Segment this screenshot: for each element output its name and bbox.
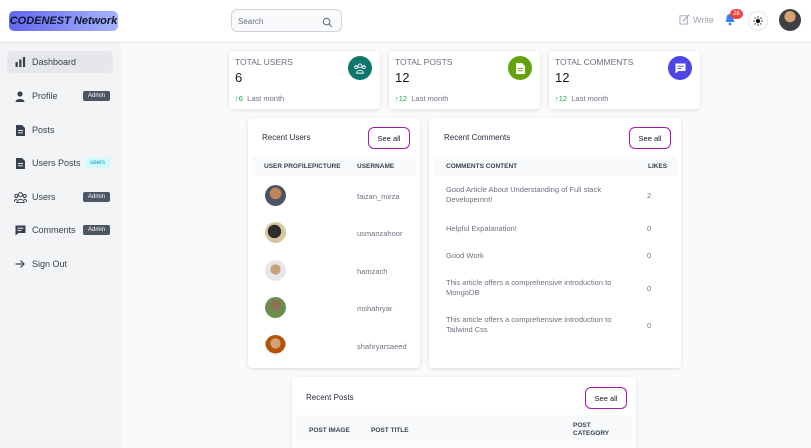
document-icon <box>508 56 532 80</box>
notification-count-badge: 28 <box>730 9 743 19</box>
arrow-right-icon <box>13 259 27 269</box>
column-header: Post Title <box>371 427 409 434</box>
sidebar-item-sign-out[interactable]: Sign Out <box>7 253 113 275</box>
stat-period: Last month <box>571 94 609 103</box>
users-icon <box>348 56 372 80</box>
stat-change: 12 <box>558 94 568 103</box>
role-badge: Admin <box>82 91 110 101</box>
stat-footer: ↑12 Last month <box>555 94 608 103</box>
pencil-icon <box>679 14 690 25</box>
avatar <box>265 335 286 356</box>
stat-change: 6 <box>238 94 243 103</box>
sidebar: Dashboard Profile Admin Posts Users Post… <box>0 43 121 448</box>
sidebar-item-label: Sign Out <box>32 259 68 269</box>
comment-content-cell: Good Work <box>446 251 484 260</box>
sidebar-item-comments[interactable]: Comments Admin <box>7 219 113 241</box>
theme-toggle-button[interactable] <box>748 11 768 31</box>
top-navbar: CODENEST Network Write 28 <box>0 0 811 43</box>
comment-content-cell: Helpful Expalanation! <box>446 224 517 233</box>
sun-icon <box>753 16 763 26</box>
comment-content-cell: This article offers a comprehensive intr… <box>446 315 612 334</box>
avatar <box>265 222 286 243</box>
sidebar-item-label: Comments <box>32 225 76 235</box>
recent-users-panel: Recent Users See all User ProfilePicture… <box>248 118 420 368</box>
user-avatar[interactable] <box>779 9 801 31</box>
comment-icon <box>13 225 27 236</box>
table-header: Post Image Post Title Post Category <box>296 415 632 447</box>
sidebar-item-label: Dashboard <box>32 57 77 67</box>
column-header: Username <box>357 163 395 170</box>
search-box[interactable] <box>231 9 342 32</box>
sidebar-item-label: Profile <box>32 91 58 101</box>
panel-title: Recent Comments <box>444 133 511 142</box>
username-cell: mshahryar <box>357 304 393 313</box>
see-all-posts-button[interactable]: See all <box>585 387 627 409</box>
table-header: User ProfilePicture Username <box>252 156 416 176</box>
search-input[interactable] <box>238 15 318 27</box>
stat-period: Last month <box>411 94 449 103</box>
document-icon <box>13 124 27 136</box>
user-icon <box>13 90 27 102</box>
avatar <box>265 185 286 206</box>
username-cell: hamzach <box>357 267 388 276</box>
sidebar-item-posts[interactable]: Posts <box>7 119 113 141</box>
sidebar-item-profile[interactable]: Profile Admin <box>7 85 113 107</box>
sidebar-item-dashboard[interactable]: Dashboard <box>7 51 113 73</box>
recent-comments-panel: Recent Comments See all Comments Content… <box>429 118 681 368</box>
username-cell: faizan_mirza <box>357 192 400 201</box>
likes-cell: 0 <box>647 224 652 233</box>
document-icon <box>13 157 27 169</box>
column-header: Likes <box>648 163 668 170</box>
chart-bar-icon <box>13 57 27 67</box>
stat-value: 12 <box>395 70 410 85</box>
write-label: Write <box>693 14 714 25</box>
likes-cell: 2 <box>647 191 652 200</box>
sidebar-item-users-posts[interactable]: Users Posts users <box>7 152 113 174</box>
stat-title: Total Comments <box>555 57 634 67</box>
likes-cell: 0 <box>647 251 652 260</box>
write-link[interactable]: Write <box>679 14 714 25</box>
role-badge: Admin <box>82 192 110 202</box>
table-header: Comments Content Likes <box>433 156 677 176</box>
role-badge: users <box>85 158 110 168</box>
stat-value: 12 <box>555 70 570 85</box>
panel-title: Recent Posts <box>306 393 354 402</box>
stat-value: 6 <box>235 70 243 85</box>
column-header: Comments Content <box>446 163 518 170</box>
column-header: Post Image <box>309 427 350 434</box>
comment-content-cell: Good Article About Understanding of Full… <box>446 185 602 204</box>
stat-footer: ↑12 Last month <box>395 94 448 103</box>
comment-content-cell: This article offers a comprehensive intr… <box>446 278 612 297</box>
sidebar-item-users[interactable]: Users Admin <box>7 186 113 208</box>
sidebar-item-label: Users Posts <box>32 158 81 168</box>
stat-title: Total Users <box>235 57 293 67</box>
see-all-users-button[interactable]: See all <box>368 127 410 149</box>
stat-footer: ↑6 Last month <box>235 94 284 103</box>
avatar <box>265 297 286 318</box>
sidebar-item-label: Posts <box>32 125 55 135</box>
likes-cell: 0 <box>647 284 652 293</box>
column-header: User ProfilePicture <box>264 163 341 170</box>
likes-cell: 0 <box>647 321 652 330</box>
panel-title: Recent Users <box>262 133 311 142</box>
stat-card-total-users: Total Users 6 ↑6 Last month <box>229 51 380 109</box>
stat-card-total-posts: Total Posts 12 ↑12 Last month <box>389 51 540 109</box>
stat-change: 12 <box>398 94 408 103</box>
recent-posts-panel: Recent Posts See all Post Image Post Tit… <box>292 377 636 448</box>
search-icon[interactable] <box>322 15 333 33</box>
stat-title: Total Posts <box>395 57 453 67</box>
username-cell: usmanzahoor <box>357 229 403 238</box>
sidebar-item-label: Users <box>32 192 56 202</box>
username-cell: shahryarsaeed <box>357 342 407 351</box>
see-all-comments-button[interactable]: See all <box>629 127 671 149</box>
avatar <box>265 260 286 281</box>
stat-card-total-comments: Total Comments 12 ↑12 Last month <box>549 51 700 109</box>
role-badge: Admin <box>82 225 110 235</box>
brand-logo[interactable]: CODENEST Network <box>9 11 118 31</box>
stat-period: Last month <box>247 94 285 103</box>
comment-icon <box>668 56 692 80</box>
users-icon <box>13 191 27 203</box>
column-header: Post Category <box>573 422 610 437</box>
